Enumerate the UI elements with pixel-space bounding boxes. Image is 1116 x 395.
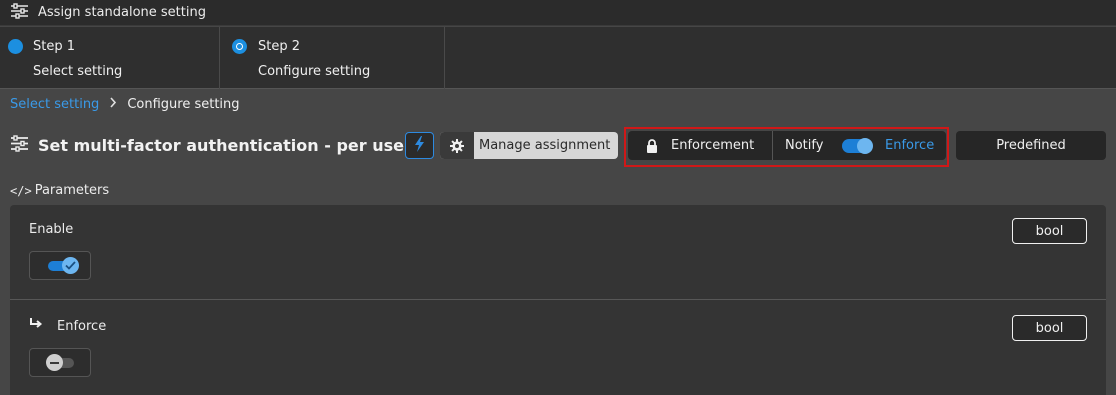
step-completed-indicator: [8, 39, 23, 54]
parameters-panel: Enable bool Enforce bool: [10, 205, 1106, 395]
setting-header: Set multi-factor authentication - per us…: [0, 127, 1116, 168]
enforce-toggle[interactable]: [29, 348, 91, 377]
divider: [772, 131, 773, 160]
parameter-label: Enforce: [57, 319, 107, 334]
notify-option[interactable]: Notify: [785, 138, 823, 153]
enforcement-control: Enforcement Notify Enforce: [628, 131, 946, 160]
code-icon: </>: [10, 183, 32, 198]
breadcrumb: Select setting Configure setting: [10, 95, 240, 113]
check-icon: [62, 257, 79, 274]
step-subtitle: Select setting: [33, 64, 123, 79]
sliders-icon: [10, 135, 29, 156]
step-title: Step 2: [258, 39, 301, 54]
manage-assignment-label: Manage assignment: [479, 138, 611, 153]
lock-icon: [646, 138, 658, 153]
title-bar: Assign standalone setting: [0, 0, 1116, 26]
parameters-heading: </> Parameters: [10, 183, 109, 198]
enforcement-mode-toggle[interactable]: [842, 138, 873, 154]
page-title: Set multi-factor authentication - per us…: [38, 136, 412, 155]
type-badge: bool: [1012, 315, 1087, 341]
chevron-right-icon: [109, 97, 117, 111]
parameters-title: Parameters: [34, 183, 110, 198]
gear-icon: [440, 132, 474, 159]
sliders-icon: [10, 2, 29, 23]
breadcrumb-current: Configure setting: [127, 96, 240, 112]
enforcement-label: Enforcement: [671, 138, 755, 153]
step-current-indicator: [232, 39, 247, 54]
step-1[interactable]: Step 1 Select setting: [0, 27, 220, 89]
manage-assignment-button[interactable]: Manage assignment: [440, 132, 618, 159]
breadcrumb-link[interactable]: Select setting: [10, 97, 99, 112]
parameter-row: Enable bool: [10, 205, 1106, 300]
wizard-steps: Step 1 Select setting Step 2 Configure s…: [0, 27, 1116, 89]
page-title-group: Set multi-factor authentication - per us…: [10, 135, 412, 156]
enable-toggle[interactable]: [29, 251, 91, 280]
lightning-icon: [414, 135, 425, 156]
parameter-label: Enable: [29, 222, 74, 237]
step-2[interactable]: Step 2 Configure setting: [220, 27, 445, 89]
window-title: Assign standalone setting: [38, 5, 206, 20]
step-title: Step 1: [33, 39, 76, 54]
quick-action-button[interactable]: [405, 132, 434, 159]
subitem-arrow-icon: [29, 318, 43, 334]
predefined-button[interactable]: Predefined: [956, 131, 1106, 160]
minus-icon: [46, 354, 63, 371]
type-badge: bool: [1012, 218, 1087, 244]
enforce-option[interactable]: Enforce: [885, 138, 934, 153]
parameter-row: Enforce bool: [10, 302, 1106, 395]
step-subtitle: Configure setting: [258, 64, 371, 79]
